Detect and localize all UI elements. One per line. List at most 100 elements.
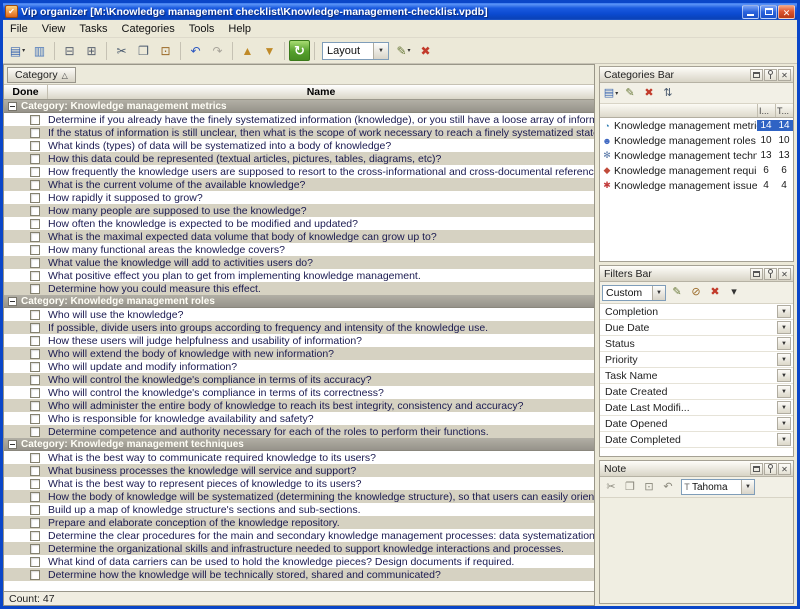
redo-button[interactable]: ↷ [207, 41, 228, 61]
task-row[interactable]: Who will control the knowledge's complia… [4, 373, 594, 386]
task-checkbox[interactable] [30, 115, 40, 125]
task-row[interactable]: What kinds (types) of data will be syste… [4, 139, 594, 152]
task-checkbox[interactable] [30, 336, 40, 346]
undo-button[interactable]: ↶ [185, 41, 206, 61]
filter-field-row[interactable]: Date Last Modifi...▼ [600, 400, 793, 416]
filter-field-row[interactable]: Status▼ [600, 336, 793, 352]
filters-bar-menu-button[interactable] [750, 268, 763, 280]
delete-category-button[interactable]: ✖ [640, 85, 658, 102]
task-row[interactable]: Determine if you already have the finely… [4, 113, 594, 126]
category-group-row[interactable]: Category: Knowledge management roles [4, 295, 594, 308]
note-paste-button[interactable]: ⊡ [640, 479, 658, 496]
task-checkbox[interactable] [30, 284, 40, 294]
categories-count-column-2[interactable]: T... [775, 104, 793, 117]
task-row[interactable]: What kind of data carriers can be used t… [4, 555, 594, 568]
task-checkbox[interactable] [30, 427, 40, 437]
task-row[interactable]: Prepare and elaborate conception of the … [4, 516, 594, 529]
copy-button[interactable]: ❐ [133, 41, 154, 61]
move-down-button[interactable]: ▼ [259, 41, 280, 61]
filters-bar-pin-button[interactable] [764, 268, 777, 280]
font-selector[interactable]: Tahoma ▼ [681, 479, 755, 495]
task-checkbox[interactable] [30, 375, 40, 385]
menu-item-categories[interactable]: Categories [115, 21, 182, 37]
layout-combo[interactable]: Layout▼ [322, 42, 389, 60]
task-checkbox[interactable] [30, 557, 40, 567]
paste-button[interactable]: ⊡ [155, 41, 176, 61]
filter-field-row[interactable]: Date Opened▼ [600, 416, 793, 432]
task-row[interactable]: Who will administer the entire body of k… [4, 399, 594, 412]
task-row[interactable]: If the status of information is still un… [4, 126, 594, 139]
categories-bar-close-button[interactable] [778, 69, 791, 81]
task-checkbox[interactable] [30, 323, 40, 333]
clear-filter-button[interactable]: ⊘ [687, 284, 705, 301]
task-row[interactable]: What is the maximal expected data volume… [4, 230, 594, 243]
task-checkbox[interactable] [30, 154, 40, 164]
filter-field-row[interactable]: Date Completed▼ [600, 432, 793, 448]
collapse-icon[interactable] [8, 297, 17, 306]
task-row[interactable]: Who will update and modify information? [4, 360, 594, 373]
task-row[interactable]: How many people are supposed to use the … [4, 204, 594, 217]
filter-field-row[interactable]: Priority▼ [600, 352, 793, 368]
column-header-done[interactable]: Done [4, 85, 48, 99]
filter-value-dropdown[interactable]: ▼ [777, 385, 791, 398]
note-header[interactable]: Note [600, 461, 793, 477]
menu-item-file[interactable]: File [3, 21, 35, 37]
menu-item-help[interactable]: Help [221, 21, 258, 37]
chevron-down-icon[interactable]: ▼ [741, 480, 754, 494]
task-checkbox[interactable] [30, 128, 40, 138]
task-checkbox[interactable] [30, 479, 40, 489]
edit-category-button[interactable]: ✎ [621, 85, 639, 102]
filters-bar-header[interactable]: Filters Bar [600, 266, 793, 282]
task-row[interactable]: What is the current volume of the availa… [4, 178, 594, 191]
categories-bar-header[interactable]: Categories Bar [600, 67, 793, 83]
category-item[interactable]: ◔Knowledge management metrics1414 [600, 118, 793, 133]
close-button[interactable] [778, 5, 795, 19]
filter-field-row[interactable]: Task Name▼ [600, 368, 793, 384]
task-checkbox[interactable] [30, 219, 40, 229]
task-row[interactable]: Determine the clear procedures for the m… [4, 529, 594, 542]
update-button[interactable]: ↻ [289, 40, 310, 61]
task-row[interactable]: What positive effect you plan to get fro… [4, 269, 594, 282]
task-checkbox[interactable] [30, 362, 40, 372]
note-copy-button[interactable]: ❐ [621, 479, 639, 496]
task-checkbox[interactable] [30, 245, 40, 255]
category-item[interactable]: ◆Knowledge management requirements66 [600, 163, 793, 178]
note-undo-button[interactable]: ↶ [659, 479, 677, 496]
category-item[interactable]: ✻Knowledge management techniques1313 [600, 148, 793, 163]
category-item[interactable]: ☻Knowledge management roles1010 [600, 133, 793, 148]
note-close-button[interactable] [778, 463, 791, 475]
task-checkbox[interactable] [30, 232, 40, 242]
task-checkbox[interactable] [30, 466, 40, 476]
task-row[interactable]: How this data could be represented (text… [4, 152, 594, 165]
categories-bar-pin-button[interactable] [764, 69, 777, 81]
category-group-row[interactable]: Category: Knowledge management technique… [4, 438, 594, 451]
categories-bar-menu-button[interactable] [750, 69, 763, 81]
task-row[interactable]: How rapidly it supposed to grow? [4, 191, 594, 204]
group-by-category-button[interactable]: Category [7, 67, 76, 83]
task-row[interactable]: Determine competence and authority neces… [4, 425, 594, 438]
new-task-button[interactable]: ▤▾ [7, 41, 28, 61]
note-content[interactable] [600, 498, 793, 603]
minimize-button[interactable] [742, 5, 759, 19]
task-row[interactable]: Build up a map of knowledge structure's … [4, 503, 594, 516]
task-checkbox[interactable] [30, 180, 40, 190]
filter-field-row[interactable]: Date Created▼ [600, 384, 793, 400]
task-row[interactable]: Who will use the knowledge? [4, 308, 594, 321]
task-checkbox[interactable] [30, 349, 40, 359]
task-checkbox[interactable] [30, 518, 40, 528]
note-cut-button[interactable]: ✂ [602, 479, 620, 496]
task-checkbox[interactable] [30, 141, 40, 151]
task-row[interactable]: What value the knowledge will add to act… [4, 256, 594, 269]
task-checkbox[interactable] [30, 570, 40, 580]
task-row[interactable]: What is the best way to communicate requ… [4, 451, 594, 464]
filter-value-dropdown[interactable]: ▼ [777, 401, 791, 414]
task-row[interactable]: If possible, divide users into groups ac… [4, 321, 594, 334]
filter-value-dropdown[interactable]: ▼ [777, 321, 791, 334]
task-row[interactable]: Determine how the knowledge will be tech… [4, 568, 594, 581]
task-checkbox[interactable] [30, 193, 40, 203]
task-row[interactable]: What business processes the knowledge wi… [4, 464, 594, 477]
filter-value-dropdown[interactable]: ▼ [777, 417, 791, 430]
filters-bar-close-button[interactable] [778, 268, 791, 280]
menu-item-view[interactable]: View [35, 21, 73, 37]
note-pin-button[interactable] [764, 463, 777, 475]
